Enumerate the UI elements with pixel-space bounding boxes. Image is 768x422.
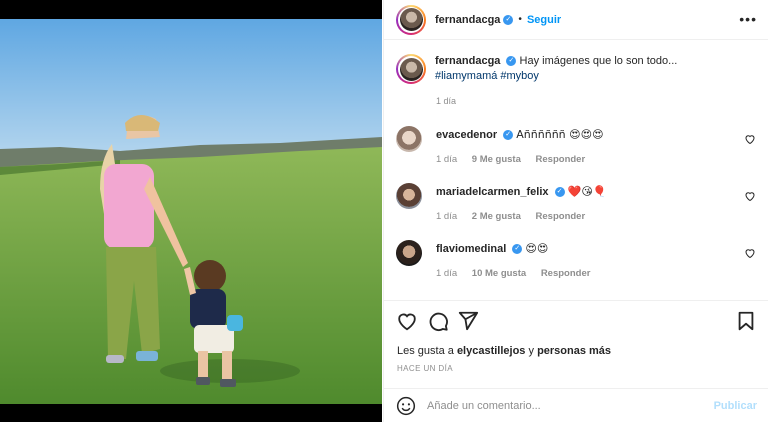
- reply-button[interactable]: Responder: [541, 268, 591, 279]
- heart-icon[interactable]: [744, 190, 756, 202]
- share-icon[interactable]: [457, 310, 479, 332]
- separator-dot: •: [518, 14, 522, 25]
- caption-text: Hay imágenes que lo son todo...: [519, 55, 678, 67]
- post-caption: fernandacga ✓ Hay imágenes que lo son to…: [396, 54, 756, 106]
- emoji-icon[interactable]: [396, 396, 416, 416]
- commenter-avatar[interactable]: [396, 126, 422, 152]
- more-options-icon[interactable]: •••: [739, 12, 757, 26]
- photo-scene: [0, 19, 382, 404]
- heart-icon[interactable]: [396, 310, 418, 332]
- divider: [384, 300, 768, 301]
- comment-icon[interactable]: [427, 310, 449, 332]
- comment-item: mariadelcarmen_felix ✓ ❤️😘🎈 1 día 2 Me g…: [396, 183, 756, 233]
- likes-others-link[interactable]: personas más: [537, 345, 611, 357]
- verified-badge-icon: ✓: [506, 56, 517, 67]
- liker-username[interactable]: elycastillejos: [457, 345, 526, 357]
- photo-panel: [0, 0, 382, 422]
- verified-badge-icon: ✓: [512, 244, 523, 255]
- heart-icon[interactable]: [744, 133, 756, 145]
- comment-likes[interactable]: 2 Me gusta: [472, 211, 521, 222]
- comment-time: 1 día: [436, 154, 458, 165]
- commenter-username[interactable]: flaviomedinal: [436, 243, 506, 255]
- likes-summary: Les gusta a elycastillejos y personas má…: [397, 345, 612, 357]
- post-side-panel: fernandacga ✓ • Seguir ••• fernandacga ✓…: [383, 0, 768, 422]
- commenter-username[interactable]: mariadelcarmen_felix: [436, 186, 549, 198]
- caption-timestamp: 1 día: [436, 96, 457, 106]
- comment-likes[interactable]: 9 Me gusta: [472, 154, 521, 165]
- author-avatar[interactable]: [396, 4, 426, 35]
- post-actions: [396, 310, 757, 334]
- comment-item: evacedenor ✓ Aññññññ 😍😍😍 1 día 9 Me gust…: [396, 126, 756, 176]
- reply-button[interactable]: Responder: [536, 154, 586, 165]
- commenter-avatar[interactable]: [396, 183, 422, 209]
- caption-author-avatar[interactable]: [396, 54, 426, 84]
- verified-badge-icon: ✓: [503, 130, 514, 141]
- comment-item: flaviomedinal ✓ 😍😍 1 día 10 Me gusta Res…: [396, 240, 756, 290]
- comment-time: 1 día: [436, 211, 458, 222]
- author-username[interactable]: fernandacga: [435, 14, 500, 26]
- publish-button[interactable]: Publicar: [714, 400, 757, 412]
- follow-button[interactable]: Seguir: [527, 14, 561, 26]
- comment-text: 😍😍: [525, 242, 549, 255]
- heart-icon[interactable]: [744, 247, 756, 259]
- post-photo[interactable]: [0, 19, 382, 404]
- comment-time: 1 día: [436, 268, 458, 279]
- comment-likes[interactable]: 10 Me gusta: [472, 268, 526, 279]
- verified-badge-icon: ✓: [554, 187, 565, 198]
- commenter-avatar[interactable]: [396, 240, 422, 266]
- post-header: fernandacga ✓ • Seguir •••: [384, 0, 768, 40]
- bookmark-icon[interactable]: [735, 310, 757, 332]
- commenter-username[interactable]: evacedenor: [436, 129, 497, 141]
- reply-button[interactable]: Responder: [536, 211, 586, 222]
- caption-hashtags[interactable]: #liamymamá #myboy: [435, 70, 539, 82]
- verified-badge-icon: ✓: [503, 14, 514, 25]
- add-comment-bar: Publicar: [384, 388, 768, 422]
- comment-text: ❤️😘🎈: [567, 185, 607, 198]
- comment-input[interactable]: [427, 397, 707, 415]
- caption-username[interactable]: fernandacga: [435, 55, 500, 67]
- comment-text: Aññññññ 😍😍😍: [516, 128, 604, 141]
- post-timestamp: HACE UN DÍA: [397, 364, 453, 373]
